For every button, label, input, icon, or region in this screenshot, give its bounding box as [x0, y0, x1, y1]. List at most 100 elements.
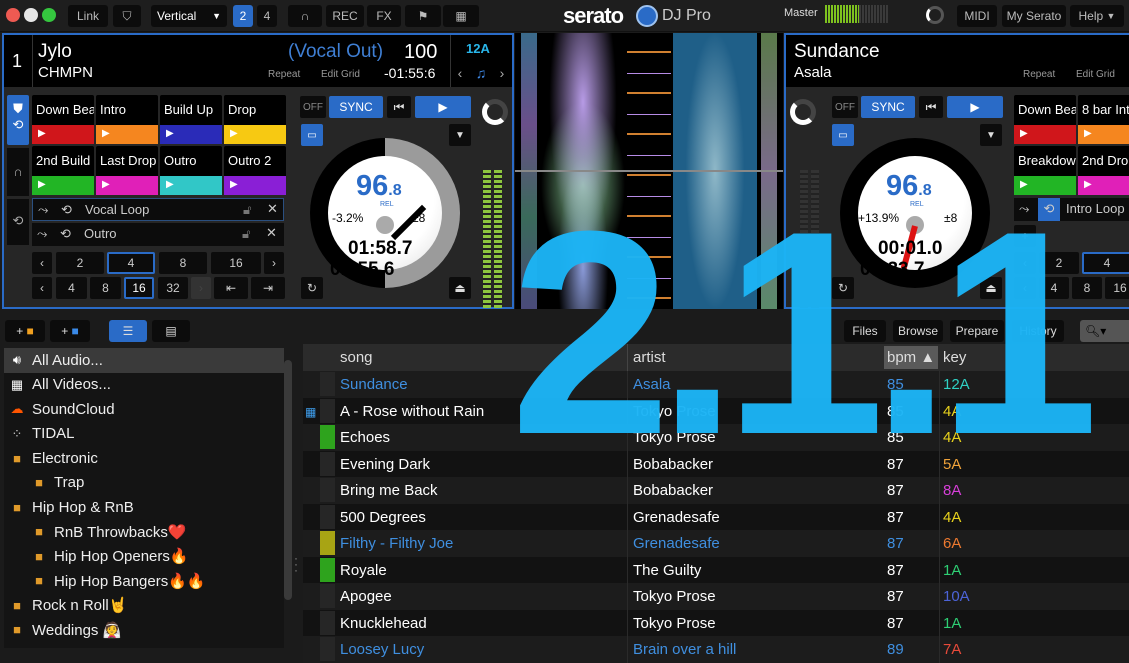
key-shift-up-button[interactable]: ›: [494, 65, 510, 85]
sidebar-item[interactable]: ■ Hip Hop & RnB: [4, 495, 284, 520]
beatjump-4[interactable]: 4: [1039, 277, 1069, 299]
loop-activate-icon[interactable]: ⤳: [38, 202, 48, 218]
play-button[interactable]: ▶: [947, 96, 1003, 118]
cue-color-bar[interactable]: ▶: [32, 176, 94, 195]
add-loop-button[interactable]: +: [1014, 225, 1036, 247]
table-row[interactable]: Loosey Lucy Brain over a hill 89 7A: [303, 636, 1129, 663]
master-gain-knob[interactable]: [926, 6, 944, 24]
cue-color-bar[interactable]: ▶: [96, 176, 158, 195]
sidebar-item[interactable]: ■ Trap: [4, 471, 284, 496]
cue-pad-8[interactable]: Outro 2 ▶: [224, 146, 286, 195]
cue-color-bar[interactable]: ▶: [160, 176, 222, 195]
beatjump-size-prev[interactable]: ‹: [32, 277, 52, 299]
edit-grid-button[interactable]: Edit Grid: [1076, 69, 1115, 80]
sidebar-item[interactable]: ■ Hip Hop Bangers🔥🔥: [4, 569, 284, 594]
maximize-window-button[interactable]: [42, 8, 56, 22]
cue-color-bar[interactable]: ▶: [1078, 176, 1129, 195]
censor-icon[interactable]: ↻: [832, 277, 854, 299]
resize-handle-icon[interactable]: · · ·: [294, 552, 298, 576]
column-header-key[interactable]: key: [943, 349, 966, 366]
headphone-mode-tab[interactable]: ∩: [7, 148, 29, 196]
loop-size-2[interactable]: 2: [56, 252, 104, 274]
cue-color-bar[interactable]: ▶: [32, 125, 94, 144]
help-menu[interactable]: Help ▼: [1070, 5, 1124, 27]
sidebar-item[interactable]: ⁘ TIDAL: [4, 422, 284, 447]
cue-pad-4[interactable]: 2nd Drop ▶: [1078, 146, 1129, 195]
cue-color-bar[interactable]: ▶: [1014, 176, 1076, 195]
cue-color-bar[interactable]: ▶: [224, 176, 286, 195]
beatjump-8[interactable]: 8: [1072, 277, 1102, 299]
sidebar-item[interactable]: ■ Weddings 👰: [4, 618, 284, 643]
loop-size-16[interactable]: 16: [211, 252, 261, 274]
track-color-tag[interactable]: [320, 372, 335, 396]
loop-mode-tab[interactable]: ⟲: [7, 199, 29, 245]
sync-button[interactable]: SYNC: [329, 96, 383, 118]
cue-pad-1[interactable]: Down Beat ▶: [1014, 95, 1076, 144]
track-color-tag[interactable]: [320, 637, 335, 661]
loop-icon[interactable]: ⟲: [1038, 198, 1060, 221]
lock-icon[interactable]: 🔓︎: [243, 202, 251, 218]
loop-activate-icon[interactable]: ⤳: [1019, 201, 1029, 217]
link-button[interactable]: Link: [68, 5, 108, 27]
cue-pad-5[interactable]: 2nd Build ▶: [32, 146, 94, 195]
column-header-artist[interactable]: artist: [633, 349, 666, 366]
layout-select[interactable]: Vertical ▼: [151, 5, 227, 27]
table-row[interactable]: Knucklehead Tokyo Prose 87 1A: [303, 609, 1129, 636]
loop-size-4[interactable]: 4: [107, 252, 155, 274]
tab-prepare[interactable]: Prepare: [950, 320, 1004, 342]
cue-button[interactable]: ⏮: [387, 96, 411, 118]
sampler-icon[interactable]: ⚑: [405, 5, 441, 27]
sidebar-item[interactable]: ■ Hip Hop Openers🔥: [4, 544, 284, 569]
track-color-tag[interactable]: [320, 584, 335, 608]
delete-loop-icon[interactable]: ✕: [266, 225, 277, 241]
cue-pad-3[interactable]: Build Up ▶: [160, 95, 222, 144]
slip-mode-icon[interactable]: ▭: [832, 124, 854, 146]
loop-size-prev[interactable]: ‹: [1014, 252, 1036, 274]
beatjump-32[interactable]: 32: [158, 277, 188, 299]
saved-loop-1[interactable]: ⤳ ⟲ Vocal Loop 🔓︎ ✕: [32, 198, 284, 221]
table-row[interactable]: Bring me Back Bobabacker 87 8A: [303, 477, 1129, 504]
sync-off-button[interactable]: OFF: [832, 96, 858, 118]
fx-button[interactable]: FX: [367, 5, 401, 27]
column-header-song[interactable]: song: [340, 349, 373, 366]
beatjump-4[interactable]: 4: [56, 277, 87, 299]
table-row[interactable]: Royale The Guilty 87 1A: [303, 556, 1129, 583]
beatjump-forward-button[interactable]: ⇥: [251, 277, 285, 299]
search-input[interactable]: 🔍︎▾: [1080, 320, 1129, 342]
cue-pad-6[interactable]: Last Drop ▶: [96, 146, 158, 195]
midi-map-icon[interactable]: ⛉: [113, 5, 141, 27]
sidebar-item[interactable]: ■ RnB Throwbacks❤️: [4, 520, 284, 545]
delete-loop-icon[interactable]: ✕: [267, 201, 278, 217]
column-header-bpm[interactable]: bpm ▲: [887, 349, 935, 366]
beatjump-16[interactable]: 16: [124, 277, 154, 299]
eject-icon[interactable]: ⏏: [449, 277, 471, 299]
cue-color-bar[interactable]: ▶: [224, 125, 286, 144]
close-window-button[interactable]: [6, 8, 20, 22]
table-row[interactable]: Filthy - Filthy Joe Grenadesafe 87 6A: [303, 530, 1129, 557]
minimize-window-button[interactable]: [24, 8, 38, 22]
sync-button[interactable]: SYNC: [861, 96, 915, 118]
key-shift-down-button[interactable]: ‹: [452, 65, 468, 85]
loop-icon[interactable]: ⟲: [60, 226, 71, 242]
deck-count-2[interactable]: 2: [233, 5, 253, 27]
cue-color-bar[interactable]: ▶: [1078, 125, 1129, 144]
deck-count-4[interactable]: 4: [257, 5, 277, 27]
add-smart-crate-button[interactable]: + ■: [50, 320, 90, 342]
simple-list-view-button[interactable]: ☰: [109, 320, 147, 342]
play-button[interactable]: ▶: [415, 96, 471, 118]
cue-color-bar[interactable]: ▶: [96, 125, 158, 144]
track-color-tag[interactable]: [320, 398, 335, 423]
sidebar-item[interactable]: ☁ SoundCloud: [4, 397, 284, 422]
video-film-icon[interactable]: ▦: [443, 5, 479, 27]
cue-pad-4[interactable]: Drop ▶: [224, 95, 286, 144]
cue-pad-2[interactable]: 8 bar Intro ▶: [1078, 95, 1129, 144]
table-row[interactable]: ▦ A - Rose without Rain Tokyo Prose 85 4A: [303, 397, 1129, 424]
cue-button[interactable]: ⏮: [919, 96, 943, 118]
eject-icon[interactable]: ⏏: [980, 277, 1002, 299]
sidebar-scrollbar[interactable]: [284, 360, 292, 600]
rec-button[interactable]: REC: [326, 5, 364, 27]
deck-menu-icon[interactable]: ▼: [449, 124, 471, 146]
add-crate-button[interactable]: + ■: [5, 320, 45, 342]
deck-gain-knob[interactable]: [790, 99, 816, 125]
beatjump-back-button[interactable]: ⇤: [214, 277, 248, 299]
